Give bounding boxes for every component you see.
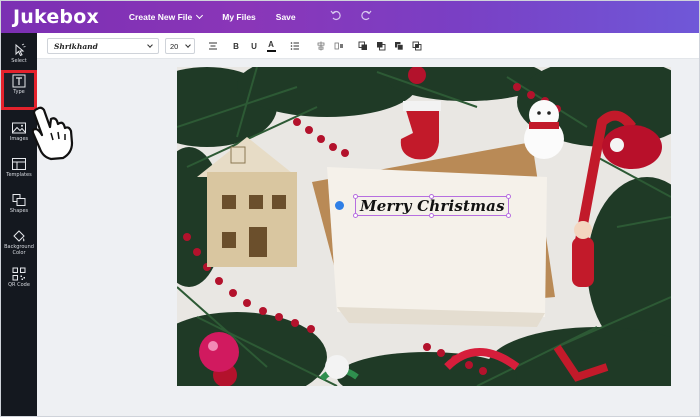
create-new-file-menu[interactable]: Create New File: [128, 11, 204, 22]
type-icon: [12, 74, 26, 88]
history-controls: [330, 8, 372, 26]
undo-icon[interactable]: [330, 8, 342, 26]
top-bar: Jukebox Create New File My Files Save: [1, 1, 699, 33]
send-to-back-icon: [412, 41, 422, 51]
resize-handle-top-left[interactable]: [353, 194, 358, 199]
text-color-button[interactable]: A: [264, 39, 278, 53]
app-window: Jukebox Create New File My Files Save Se…: [0, 0, 700, 417]
cursor-icon: [15, 43, 26, 57]
text-color-letter: A: [268, 39, 274, 49]
list-button[interactable]: [288, 39, 302, 53]
bold-button[interactable]: B: [229, 39, 243, 53]
underline-button[interactable]: U: [247, 39, 261, 53]
chevron-down-icon: [196, 11, 204, 20]
tool-background-color[interactable]: Background Color: [1, 225, 37, 265]
create-new-file-label: Create New File: [128, 12, 193, 22]
template-icon: [12, 158, 26, 170]
bring-forward-button[interactable]: [374, 39, 388, 53]
resize-handle-top[interactable]: [429, 194, 434, 199]
align-center-button[interactable]: [206, 39, 220, 53]
send-backward-button[interactable]: [392, 39, 406, 53]
tool-qr-code[interactable]: QR Code: [1, 263, 37, 297]
text-color-swatch: [266, 49, 276, 52]
resize-handle-bottom-right[interactable]: [506, 213, 511, 218]
font-family-value: Shrikhand: [54, 41, 98, 51]
align-objects-icon: [317, 41, 325, 51]
list-icon: [290, 42, 299, 50]
pointer-hand-icon: [31, 106, 74, 161]
text-format-toolbar: Shrikhand 20 B U A: [37, 33, 699, 59]
bring-forward-icon: [377, 42, 386, 51]
tool-select[interactable]: Select: [1, 39, 37, 73]
tool-type[interactable]: Type: [1, 70, 37, 110]
background-icon: [13, 230, 25, 242]
align-center-icon: [209, 42, 217, 50]
design-canvas[interactable]: [177, 67, 671, 386]
chevron-down-icon: [147, 42, 153, 48]
redo-icon[interactable]: [360, 8, 372, 26]
tool-shapes[interactable]: Shapes: [1, 189, 37, 223]
christmas-background-image: [177, 67, 671, 386]
chevron-down-icon: [185, 42, 191, 48]
font-size-value: 20: [170, 41, 179, 51]
send-backward-icon: [395, 42, 404, 51]
shapes-icon: [12, 194, 26, 206]
app-logo[interactable]: Jukebox: [13, 6, 99, 28]
my-files-link[interactable]: My Files: [222, 12, 256, 22]
distribute-icon: [334, 42, 343, 50]
image-icon: [12, 122, 26, 134]
resize-handle-bottom[interactable]: [429, 213, 434, 218]
rotate-handle-icon[interactable]: [335, 201, 344, 210]
bring-to-front-button[interactable]: [356, 39, 370, 53]
font-size-select[interactable]: 20: [165, 38, 195, 54]
tool-sidebar: Select Type Images Templates Shapes Back…: [1, 33, 37, 416]
font-family-select[interactable]: Shrikhand: [47, 38, 159, 54]
bring-to-front-icon: [358, 41, 367, 50]
save-button[interactable]: Save: [276, 12, 296, 22]
qr-icon: [12, 267, 26, 281]
distribute-button[interactable]: [332, 39, 346, 53]
align-objects-button[interactable]: [314, 39, 328, 53]
resize-handle-bottom-left[interactable]: [353, 213, 358, 218]
main-menu: Create New File My Files Save: [128, 11, 316, 22]
resize-handle-top-right[interactable]: [506, 194, 511, 199]
send-to-back-button[interactable]: [410, 39, 424, 53]
